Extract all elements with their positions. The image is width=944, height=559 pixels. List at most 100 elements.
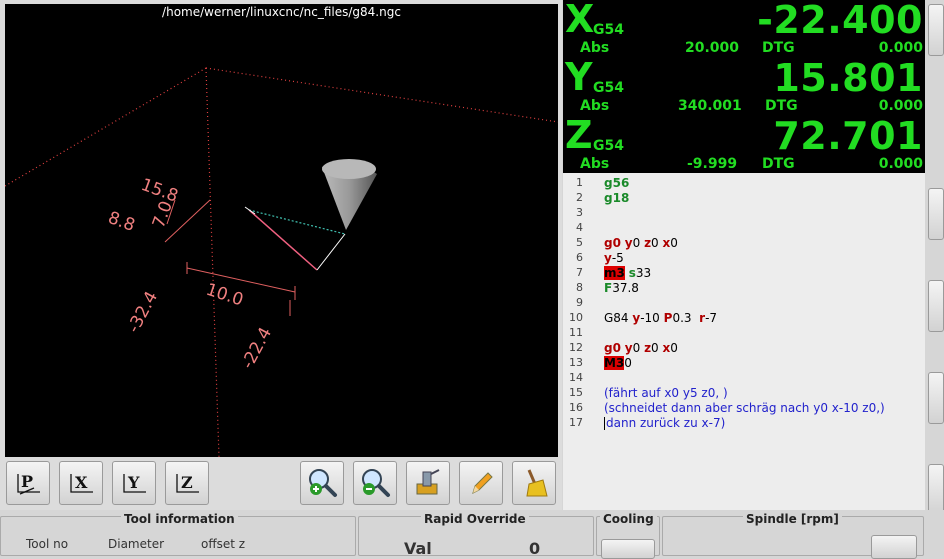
rapid-val-value: 0: [529, 539, 541, 558]
gl-preview-canvas[interactable]: /home/werner/linuxcnc/nc_files/g84.ngc 1…: [5, 4, 558, 457]
spindle-title: Spindle [rpm]: [743, 512, 842, 526]
dim-label: -32.4: [124, 288, 162, 336]
view-z-icon: Z: [176, 473, 199, 493]
line-number: 5: [576, 236, 583, 249]
svg-text:Z: Z: [181, 473, 193, 492]
code-token: g56: [604, 176, 630, 190]
editor-line[interactable]: 2 g18: [563, 191, 925, 206]
editor-line[interactable]: 14: [563, 371, 925, 386]
tool-cone: [322, 159, 377, 230]
editor-line[interactable]: 3: [563, 206, 925, 221]
zoom-in-icon: [309, 469, 337, 497]
code-token: s: [628, 266, 636, 280]
side-button[interactable]: [928, 372, 944, 424]
line-code: M30: [604, 356, 632, 370]
spindle-frame: Spindle [rpm]: [662, 512, 924, 559]
toolpath-plot: 15.8 8.8 7.0 10.0 -32.4 -22.4: [5, 67, 558, 457]
rotate-view-icon: [416, 469, 440, 495]
line-code: y-5: [604, 251, 624, 265]
code-token: 0: [651, 236, 663, 250]
axis-letter: Y: [565, 55, 593, 99]
view-z-button[interactable]: Z: [165, 461, 209, 505]
code-token: z: [644, 341, 652, 355]
editor-line[interactable]: 6 y-5: [563, 251, 925, 266]
zoom-out-icon: [362, 469, 390, 497]
line-number: 3: [576, 206, 583, 219]
axis-value: 72.701: [773, 114, 923, 158]
line-number: 7: [576, 266, 583, 279]
editor-line[interactable]: 8 F37.8: [563, 281, 925, 296]
line-number: 6: [576, 251, 583, 264]
line-code: G84 y-10 P0.3 r-7: [604, 311, 717, 325]
line-number: 16: [569, 401, 583, 414]
editor-line[interactable]: 9: [563, 296, 925, 311]
axis-letter: X: [565, 0, 595, 41]
line-number: 8: [576, 281, 583, 294]
dtg-value: 0.000: [878, 156, 923, 172]
side-button[interactable]: [928, 188, 944, 240]
view-p-icon: P: [17, 472, 40, 495]
code-token: dann zurück zu x-7): [606, 416, 726, 430]
cooling-title: Cooling: [600, 512, 657, 526]
code-token: y: [624, 236, 633, 250]
view-y-button[interactable]: Y: [112, 461, 156, 505]
line-number: 10: [569, 311, 583, 324]
dtg-label: DTG: [762, 156, 795, 172]
editor-line[interactable]: 7 m3 s33: [563, 266, 925, 281]
code-token: y: [624, 341, 633, 355]
zoom-in-button[interactable]: [300, 461, 344, 505]
editor-line[interactable]: 17 dann zurück zu x-7): [563, 416, 925, 431]
side-button[interactable]: [928, 280, 944, 332]
spindle-button[interactable]: [871, 535, 917, 559]
offset-z-label: offset z: [201, 537, 246, 551]
dtg-value: 0.000: [878, 98, 923, 114]
view-p-button[interactable]: P: [6, 461, 50, 505]
code-token: g0: [604, 236, 621, 250]
abs-label: Abs: [580, 40, 610, 56]
code-token: F: [604, 281, 613, 295]
line-number: 2: [576, 191, 583, 204]
editor-line[interactable]: 16 (schneidet dann aber schräg nach y0 x-…: [563, 401, 925, 416]
editor-line[interactable]: 1 g56: [563, 176, 925, 191]
abs-value: -9.999: [687, 156, 738, 172]
dro-z-row: Z G54 72.701 Abs -9.999 DTG 0.000: [563, 113, 925, 174]
rapid-override-title: Rapid Override: [421, 512, 529, 526]
code-token: z: [644, 236, 652, 250]
editor-line[interactable]: 15 (fährt auf x0 y5 z0, ): [563, 386, 925, 401]
editor-line[interactable]: 13 M30: [563, 356, 925, 371]
dim-label: 8.8: [105, 208, 137, 236]
line-code: g56: [604, 176, 629, 190]
code-token: m3: [604, 266, 625, 280]
code-token: y: [604, 251, 612, 265]
view-x-icon: X: [70, 473, 93, 493]
line-code: g0 y0 z0 x0: [604, 341, 678, 355]
edit-button[interactable]: [459, 461, 503, 505]
editor-line[interactable]: 10 G84 y-10 P0.3 r-7: [563, 311, 925, 326]
abs-label: Abs: [580, 156, 610, 172]
rotate-view-button[interactable]: [406, 461, 450, 505]
editor-line[interactable]: 12 g0 y0 z0 x0: [563, 341, 925, 356]
clear-plot-button[interactable]: [512, 461, 556, 505]
editor-line[interactable]: 4: [563, 221, 925, 236]
dtg-label: DTG: [765, 98, 798, 114]
svg-text:Y: Y: [127, 473, 140, 492]
code-token: 0: [651, 341, 663, 355]
line-number: 11: [569, 326, 583, 339]
code-token: -5: [611, 251, 624, 265]
side-button[interactable]: [928, 464, 944, 516]
zoom-out-button[interactable]: [353, 461, 397, 505]
cooling-button[interactable]: [601, 539, 655, 559]
cooling-frame: Cooling: [596, 512, 660, 559]
view-toolbar: P X Y Z: [0, 457, 562, 510]
gcode-editor[interactable]: 1 g56 2 g18 3 4 5 g0 y0 z0 x0 6 y-5 7 m3 s33 8 F37.8 9…: [563, 173, 925, 510]
editor-line[interactable]: 11: [563, 326, 925, 341]
line-number: 1: [576, 176, 583, 189]
view-x-button[interactable]: X: [59, 461, 103, 505]
dro-x-row: X G54 -22.400 Abs 20.000 DTG 0.000: [563, 0, 925, 58]
toolpath-lines: [244, 206, 346, 271]
side-button[interactable]: [928, 4, 944, 56]
code-token: g0: [604, 341, 621, 355]
abs-value: 340.001: [678, 98, 742, 114]
editor-line[interactable]: 5 g0 y0 z0 x0: [563, 236, 925, 251]
code-token: 33: [635, 266, 652, 280]
